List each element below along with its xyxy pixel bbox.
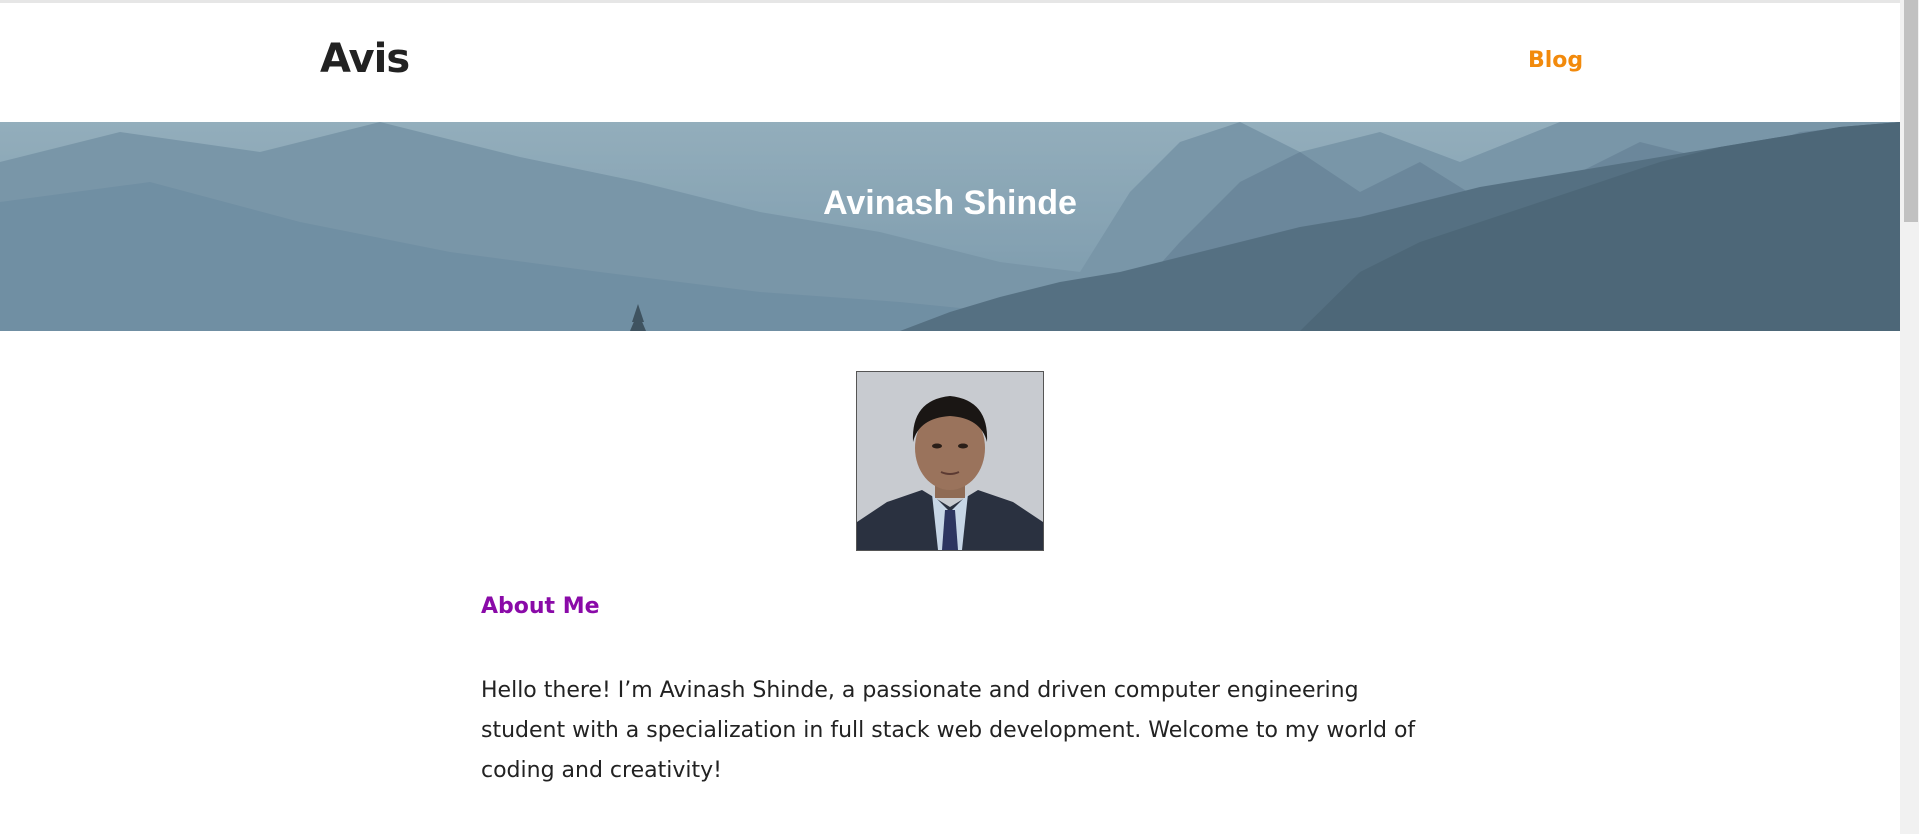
brand-logo-link[interactable]: Avis: [320, 36, 410, 82]
browser-viewport: Avis Blog Avinash Shinde About Me Hello …: [0, 0, 1919, 834]
about-me-heading: About Me: [481, 594, 600, 619]
vertical-scrollbar[interactable]: [1900, 0, 1919, 834]
site-header: Avis Blog: [0, 3, 1900, 122]
about-me-text: Hello there! I’m Avinash Shinde, a passi…: [481, 678, 1416, 783]
mountain-landscape-image: [0, 122, 1900, 331]
person-portrait-image: [857, 372, 1043, 550]
hero-banner: Avinash Shinde: [0, 122, 1900, 331]
nav-link-blog[interactable]: Blog: [1528, 48, 1583, 73]
hero-title: Avinash Shinde: [823, 184, 1077, 222]
scrollbar-thumb[interactable]: [1904, 0, 1918, 222]
profile-photo: [856, 371, 1044, 551]
